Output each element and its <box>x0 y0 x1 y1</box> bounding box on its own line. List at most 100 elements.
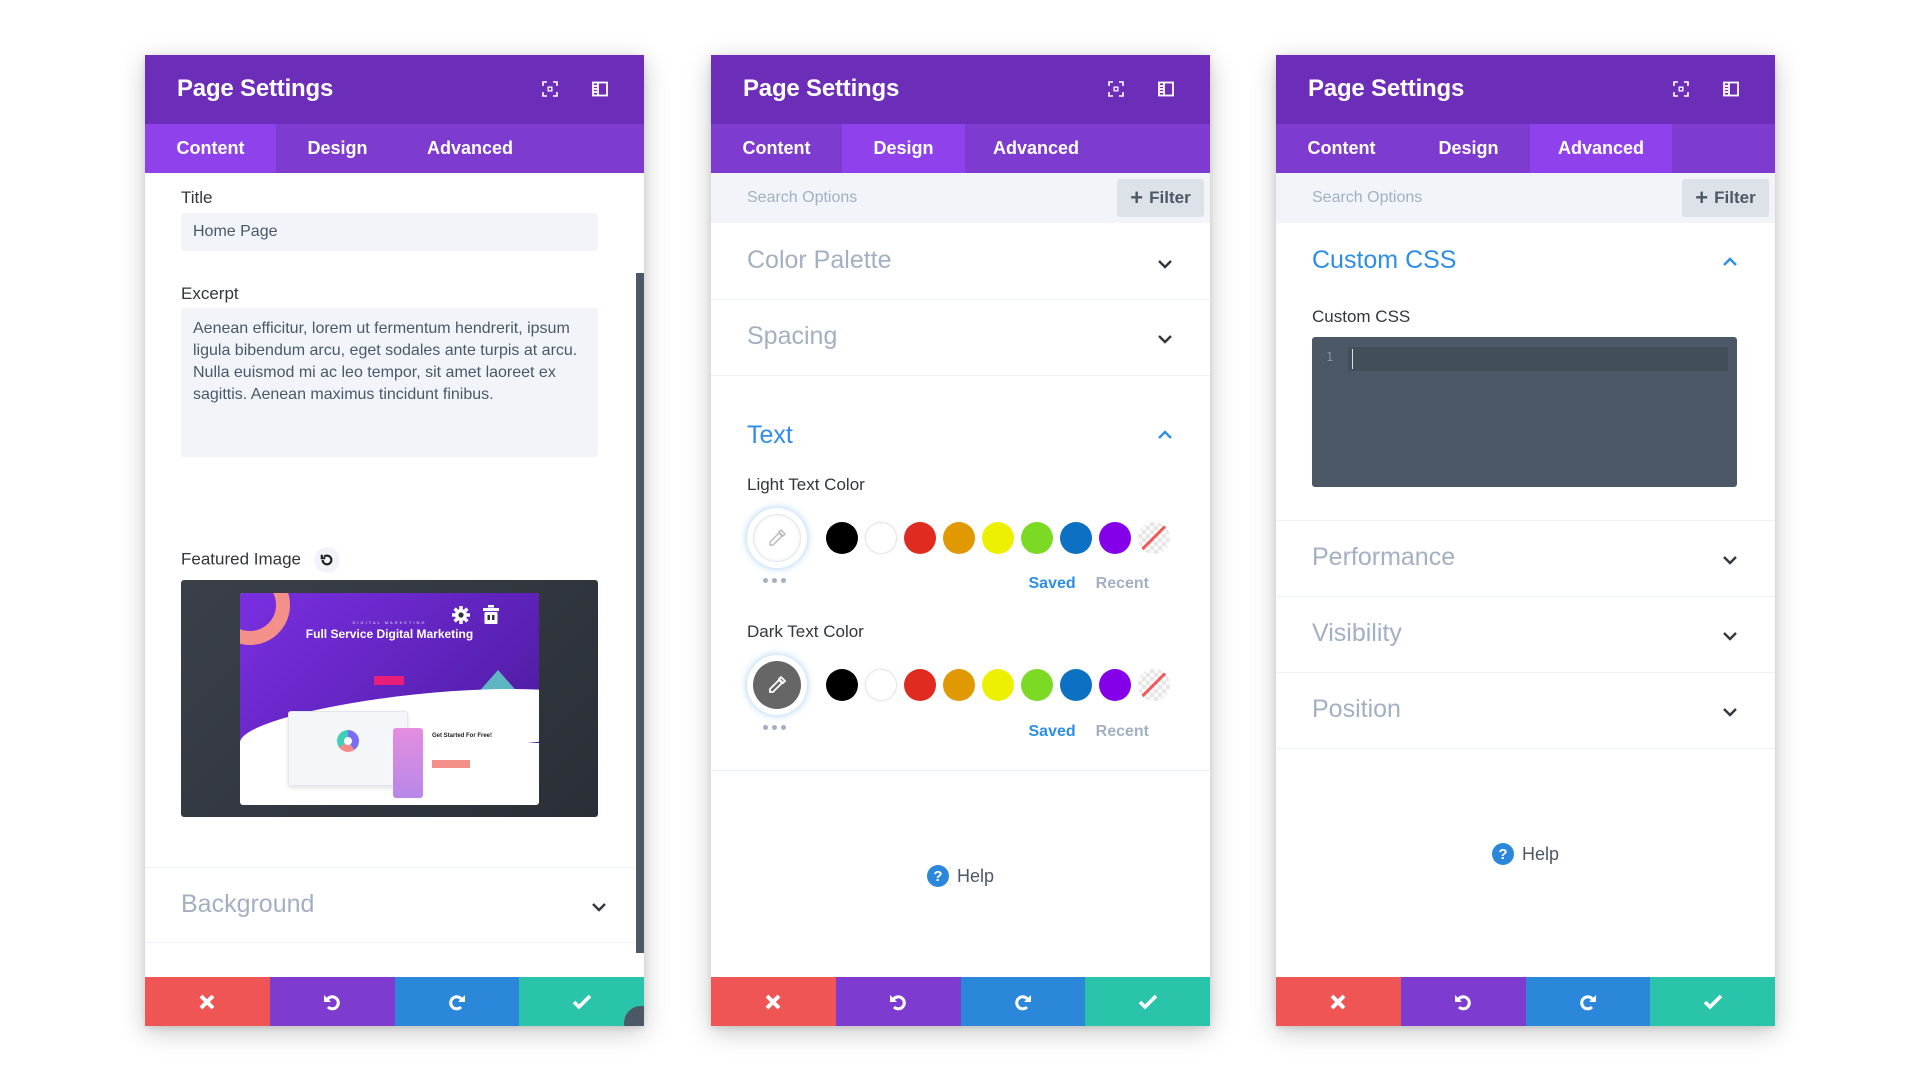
scrollbar[interactable] <box>636 273 644 953</box>
toggle-label[interactable]: Text <box>747 421 793 450</box>
thumbnail-donut-chart <box>337 730 359 752</box>
help-link[interactable]: ? Help <box>1276 843 1775 865</box>
chevron-up-icon[interactable] <box>1722 257 1738 267</box>
expand-icon[interactable] <box>1105 78 1127 100</box>
save-button[interactable] <box>1650 977 1775 1026</box>
cancel-button[interactable] <box>145 977 270 1026</box>
redo-icon <box>1580 994 1596 1010</box>
featured-image-label-row: Featured Image <box>181 547 340 573</box>
color-swatch[interactable] <box>865 669 897 701</box>
toggle-label[interactable]: Custom CSS <box>1312 246 1456 275</box>
excerpt-label: Excerpt <box>181 284 239 303</box>
color-swatch[interactable] <box>904 522 936 554</box>
chevron-up-icon[interactable] <box>1157 430 1173 440</box>
color-swatch[interactable] <box>1060 522 1092 554</box>
panel-content: Title Home Page Excerpt Aenean efficitur… <box>145 173 644 1005</box>
reset-icon[interactable] <box>313 547 340 573</box>
color-swatch[interactable] <box>982 669 1014 701</box>
saved-tab[interactable]: Saved <box>1029 723 1076 741</box>
check-icon <box>1138 994 1157 1010</box>
featured-image-box[interactable]: DIGITAL MARKETING Full Service Digital M… <box>181 580 598 817</box>
undo-icon <box>1455 994 1471 1010</box>
tab-content[interactable]: Content <box>711 124 842 173</box>
save-button[interactable] <box>1085 977 1210 1026</box>
expand-icon[interactable] <box>1670 78 1692 100</box>
filter-button[interactable]: + Filter <box>1117 179 1204 217</box>
redo-button[interactable] <box>960 977 1086 1026</box>
chevron-down-icon <box>1723 708 1737 717</box>
close-icon <box>199 994 215 1009</box>
tab-content[interactable]: Content <box>145 124 276 173</box>
redo-button[interactable] <box>1525 977 1651 1026</box>
swatch-tabs: Saved Recent <box>1029 723 1150 741</box>
undo-button[interactable] <box>1400 977 1526 1026</box>
cancel-button[interactable] <box>711 977 836 1026</box>
toggle-background[interactable]: Background <box>145 867 644 943</box>
toggle-spacing[interactable]: Spacing <box>711 300 1210 376</box>
search-options-input[interactable]: Search Options <box>747 189 857 207</box>
color-swatch[interactable] <box>1060 669 1092 701</box>
layout-toggle-icon[interactable] <box>589 78 611 100</box>
layout-toggle-icon[interactable] <box>1720 78 1742 100</box>
tab-design[interactable]: Design <box>842 124 965 173</box>
undo-button[interactable] <box>269 977 395 1026</box>
custom-css-editor[interactable]: 1 <box>1312 337 1737 487</box>
cancel-button[interactable] <box>1276 977 1401 1026</box>
panel-header[interactable]: Page Settings <box>145 55 644 124</box>
layout-toggle-icon[interactable] <box>1155 78 1177 100</box>
toggle-visibility[interactable]: Visibility <box>1276 597 1775 673</box>
panel-header[interactable]: Page Settings <box>1276 55 1775 124</box>
recent-tab[interactable]: Recent <box>1096 723 1149 741</box>
title-input[interactable]: Home Page <box>181 213 598 251</box>
tab-design[interactable]: Design <box>276 124 399 173</box>
filter-button[interactable]: + Filter <box>1682 179 1769 217</box>
plus-icon: + <box>1695 185 1709 210</box>
color-swatch[interactable] <box>943 669 975 701</box>
toggle-custom-css: Custom CSS Custom CSS 1 <box>1276 223 1775 521</box>
color-swatch[interactable] <box>943 522 975 554</box>
color-swatch[interactable] <box>1021 522 1053 554</box>
tab-design[interactable]: Design <box>1407 124 1530 173</box>
tab-advanced[interactable]: Advanced <box>1530 124 1672 173</box>
undo-button[interactable] <box>835 977 961 1026</box>
tab-bar: Content Design Advanced <box>711 124 1210 173</box>
featured-image-label: Featured Image <box>181 549 302 569</box>
toggle-performance[interactable]: Performance <box>1276 521 1775 597</box>
help-link[interactable]: ? Help <box>711 865 1210 887</box>
footer-actions <box>1276 977 1775 1026</box>
eyedropper-icon <box>769 529 786 546</box>
color-picker-button[interactable] <box>747 655 807 715</box>
swatch-transparent[interactable] <box>1138 522 1170 554</box>
gear-icon[interactable] <box>451 605 471 625</box>
redo-button[interactable] <box>394 977 520 1026</box>
swatch-transparent[interactable] <box>1138 669 1170 701</box>
tab-advanced[interactable]: Advanced <box>399 124 541 173</box>
trash-icon[interactable] <box>482 605 500 625</box>
check-icon <box>1703 994 1722 1010</box>
line-number: 1 <box>1326 350 1334 364</box>
color-swatch[interactable] <box>904 669 936 701</box>
color-picker-button[interactable] <box>747 508 807 568</box>
recent-tab[interactable]: Recent <box>1096 575 1149 593</box>
toggle-position[interactable]: Position <box>1276 673 1775 749</box>
color-swatch[interactable] <box>1099 669 1131 701</box>
color-swatch[interactable] <box>982 522 1014 554</box>
more-options-icon[interactable] <box>763 725 786 730</box>
expand-icon[interactable] <box>539 78 561 100</box>
color-swatch[interactable] <box>1099 522 1131 554</box>
color-swatch[interactable] <box>865 522 897 554</box>
excerpt-textarea[interactable]: Aenean efficitur, lorem ut fermentum hen… <box>181 308 598 457</box>
panel-title: Page Settings <box>743 75 900 102</box>
saved-tab[interactable]: Saved <box>1029 575 1076 593</box>
tab-advanced[interactable]: Advanced <box>965 124 1107 173</box>
toggle-color-palette[interactable]: Color Palette <box>711 223 1210 300</box>
color-swatch[interactable] <box>826 522 858 554</box>
color-swatch[interactable] <box>826 669 858 701</box>
search-options-input[interactable]: Search Options <box>1312 189 1422 207</box>
filter-label: Filter <box>1714 188 1756 207</box>
tab-content[interactable]: Content <box>1276 124 1407 173</box>
color-swatch[interactable] <box>1021 669 1053 701</box>
panel-header[interactable]: Page Settings <box>711 55 1210 124</box>
more-options-icon[interactable] <box>763 578 786 583</box>
footer-actions <box>711 977 1210 1026</box>
